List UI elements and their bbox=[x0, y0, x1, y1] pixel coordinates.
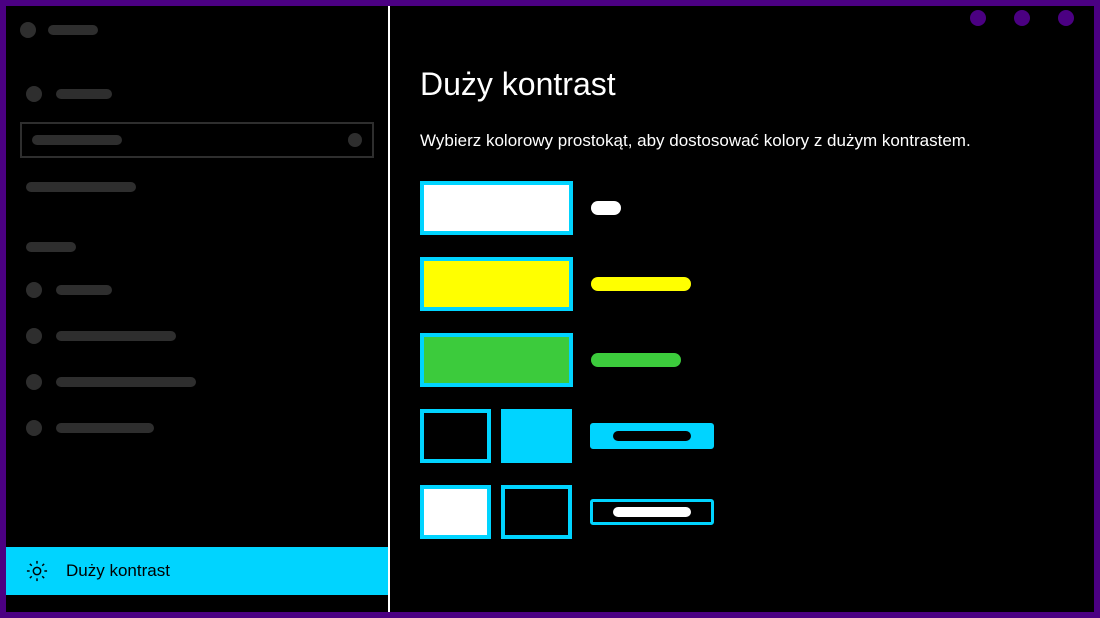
sidebar-search-input[interactable] bbox=[20, 122, 374, 158]
page-title: Duży kontrast bbox=[420, 66, 1084, 103]
window-control-icon[interactable] bbox=[1058, 10, 1074, 26]
swatch-preview-text bbox=[613, 431, 691, 441]
swatch-label bbox=[591, 277, 691, 291]
main-content: Duży kontrast Wybierz kolorowy prostokąt… bbox=[390, 6, 1094, 612]
color-swatch[interactable] bbox=[420, 181, 573, 235]
sidebar-home-label bbox=[56, 89, 112, 99]
sidebar-item[interactable] bbox=[6, 366, 388, 398]
app-window: Duży kontrast Duży kontrast Wybierz kolo… bbox=[6, 6, 1094, 612]
color-swatch-fg[interactable] bbox=[420, 409, 491, 463]
sidebar-item-icon bbox=[26, 328, 42, 344]
page-subtitle: Wybierz kolorowy prostokąt, aby dostosow… bbox=[420, 131, 1084, 151]
color-swatch[interactable] bbox=[420, 333, 573, 387]
sidebar-section-header bbox=[6, 168, 388, 198]
sidebar-header-label bbox=[48, 25, 98, 35]
color-swatch[interactable] bbox=[420, 257, 573, 311]
swatch-row-text bbox=[420, 181, 1084, 235]
search-icon bbox=[348, 133, 362, 147]
sidebar-item[interactable] bbox=[6, 412, 388, 444]
swatch-row-hyperlink bbox=[420, 257, 1084, 311]
swatch-row-button-text bbox=[420, 485, 1084, 539]
swatch-label bbox=[591, 201, 621, 215]
sidebar-item[interactable] bbox=[6, 320, 388, 352]
menu-icon[interactable] bbox=[20, 22, 36, 38]
swatch-label bbox=[591, 353, 681, 367]
color-swatch-fg[interactable] bbox=[420, 485, 491, 539]
sidebar-header bbox=[6, 16, 388, 44]
settings-sidebar: Duży kontrast bbox=[6, 6, 388, 612]
color-swatch-list bbox=[420, 181, 1084, 539]
sidebar-item-high-contrast[interactable]: Duży kontrast bbox=[6, 547, 388, 595]
sidebar-item-icon bbox=[26, 420, 42, 436]
sidebar-item-label bbox=[56, 377, 196, 387]
window-controls bbox=[970, 10, 1074, 26]
home-icon bbox=[26, 86, 42, 102]
color-swatch-bg[interactable] bbox=[501, 409, 572, 463]
sidebar-item-icon bbox=[26, 374, 42, 390]
window-control-icon[interactable] bbox=[1014, 10, 1030, 26]
sidebar-subsection-header bbox=[6, 228, 388, 258]
sidebar-item-label: Duży kontrast bbox=[66, 561, 170, 581]
swatch-preview-button bbox=[590, 499, 714, 525]
sidebar-item-icon bbox=[26, 282, 42, 298]
swatch-preview-text bbox=[613, 507, 691, 517]
swatch-row-selected-text bbox=[420, 409, 1084, 463]
sidebar-item-label bbox=[56, 423, 154, 433]
window-control-icon[interactable] bbox=[970, 10, 986, 26]
sidebar-item[interactable] bbox=[6, 274, 388, 306]
color-swatch-bg[interactable] bbox=[501, 485, 572, 539]
brightness-icon bbox=[26, 560, 48, 582]
swatch-preview-button bbox=[590, 423, 714, 449]
sidebar-item-label bbox=[56, 331, 176, 341]
search-placeholder bbox=[32, 135, 122, 145]
swatch-row-disabled bbox=[420, 333, 1084, 387]
sidebar-home-row[interactable] bbox=[6, 78, 388, 110]
sidebar-item-label bbox=[56, 285, 112, 295]
